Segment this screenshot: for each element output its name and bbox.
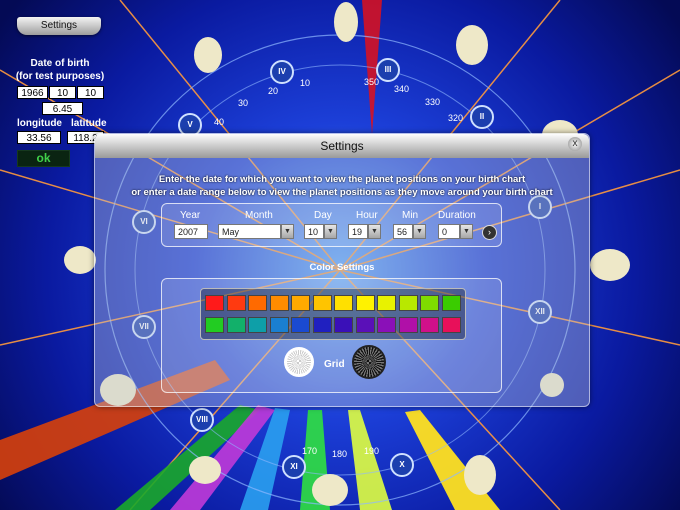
settings-tab-button[interactable]: Settings [17, 17, 101, 35]
degree-tick: 30 [238, 98, 249, 108]
color-swatch[interactable] [377, 295, 396, 311]
min-label: Min [402, 210, 419, 221]
degree-tick: 10 [300, 78, 311, 88]
month-label: Month [245, 210, 273, 221]
grid-dark-icon[interactable] [352, 345, 386, 379]
color-settings-panel: Grid [161, 278, 502, 393]
house-numeral-icon: IV [270, 60, 294, 84]
dialog-title-bar: Settings x [95, 134, 589, 158]
birth-year-field[interactable]: 1966 [17, 86, 48, 99]
duration-label: Duration [438, 210, 476, 221]
color-swatch[interactable] [398, 295, 418, 311]
degree-tick: 180 [332, 449, 348, 459]
settings-dialog: Settings x Enter the date for which you … [94, 133, 590, 407]
degree-tick: 190 [364, 446, 380, 456]
year-input[interactable]: 2007 [174, 224, 208, 239]
color-swatch[interactable] [334, 317, 353, 333]
house-numeral-icon: X [390, 453, 414, 477]
color-swatch[interactable] [291, 317, 310, 333]
longitude-label: longitude [17, 118, 62, 129]
color-swatch[interactable] [355, 317, 375, 333]
instruction-line-2: or enter a date range below to view the … [131, 187, 553, 198]
color-swatch[interactable] [355, 295, 375, 311]
next-arrow-icon[interactable]: › [482, 225, 497, 240]
color-swatch[interactable] [226, 295, 246, 311]
color-swatch[interactable] [226, 317, 246, 333]
color-settings-label: Color Settings [309, 262, 375, 273]
date-of-birth-heading: Date of birth (for test purposes) [10, 57, 110, 83]
duration-stepper-icon[interactable]: ▼ [460, 224, 473, 239]
degree-tick: 170 [302, 446, 318, 456]
year-label: Year [180, 210, 201, 221]
dialog-title: Settings [320, 139, 364, 153]
color-swatch[interactable] [420, 295, 439, 311]
day-input[interactable]: 10 [304, 224, 324, 239]
color-swatch[interactable] [334, 295, 353, 311]
color-swatch[interactable] [205, 317, 224, 333]
date-of-birth-subtitle: (for test purposes) [15, 71, 105, 82]
color-swatch[interactable] [205, 295, 224, 311]
color-swatch[interactable] [248, 295, 267, 311]
grid-light-icon[interactable] [284, 347, 314, 377]
color-swatch[interactable] [441, 317, 461, 333]
birth-day-field[interactable]: 10 [77, 86, 104, 99]
day-stepper-icon[interactable]: ▼ [324, 224, 337, 239]
color-swatch[interactable] [269, 295, 289, 311]
close-icon[interactable]: x [568, 137, 582, 151]
grid-label: Grid [324, 359, 345, 370]
color-swatch[interactable] [291, 295, 310, 311]
color-swatch[interactable] [377, 317, 396, 333]
duration-input[interactable]: 0 [438, 224, 460, 239]
latitude-label: latitude [71, 118, 107, 129]
birth-time-field[interactable]: 6.45 [42, 102, 83, 115]
degree-tick: 40 [214, 117, 225, 127]
degree-tick: 350 [364, 77, 380, 87]
house-numeral-icon: II [470, 105, 494, 129]
min-input[interactable]: 56 [393, 224, 413, 239]
color-swatch[interactable] [248, 317, 267, 333]
birth-month-field[interactable]: 10 [49, 86, 76, 99]
palette-frame [200, 288, 466, 340]
house-numeral-icon: XI [282, 455, 306, 479]
color-swatch[interactable] [269, 317, 289, 333]
day-label: Day [314, 210, 332, 221]
degree-tick: 320 [448, 113, 464, 123]
hour-label: Hour [356, 210, 378, 221]
color-swatch[interactable] [398, 317, 418, 333]
house-numeral-icon: VIII [190, 408, 214, 432]
instruction-line-1: Enter the date for which you want to vie… [158, 174, 526, 185]
month-dropdown-icon[interactable]: ▼ [281, 224, 294, 239]
degree-tick: 20 [268, 86, 279, 96]
color-swatch[interactable] [441, 295, 461, 311]
hour-input[interactable]: 19 [348, 224, 368, 239]
date-entry-panel: Year 2007 Month May ▼ Day 10 ▼ Hour 19 ▼… [161, 203, 502, 247]
color-swatch[interactable] [420, 317, 439, 333]
ok-button[interactable]: ok [17, 150, 70, 167]
color-swatch[interactable] [312, 295, 332, 311]
house-numeral-icon: III [376, 58, 400, 82]
month-select[interactable]: May [218, 224, 281, 239]
degree-tick: 340 [394, 84, 410, 94]
degree-tick: 330 [425, 97, 441, 107]
longitude-field[interactable]: 33.56 [17, 131, 61, 144]
min-stepper-icon[interactable]: ▼ [413, 224, 426, 239]
color-swatch[interactable] [312, 317, 332, 333]
date-of-birth-title: Date of birth [30, 58, 90, 69]
hour-stepper-icon[interactable]: ▼ [368, 224, 381, 239]
